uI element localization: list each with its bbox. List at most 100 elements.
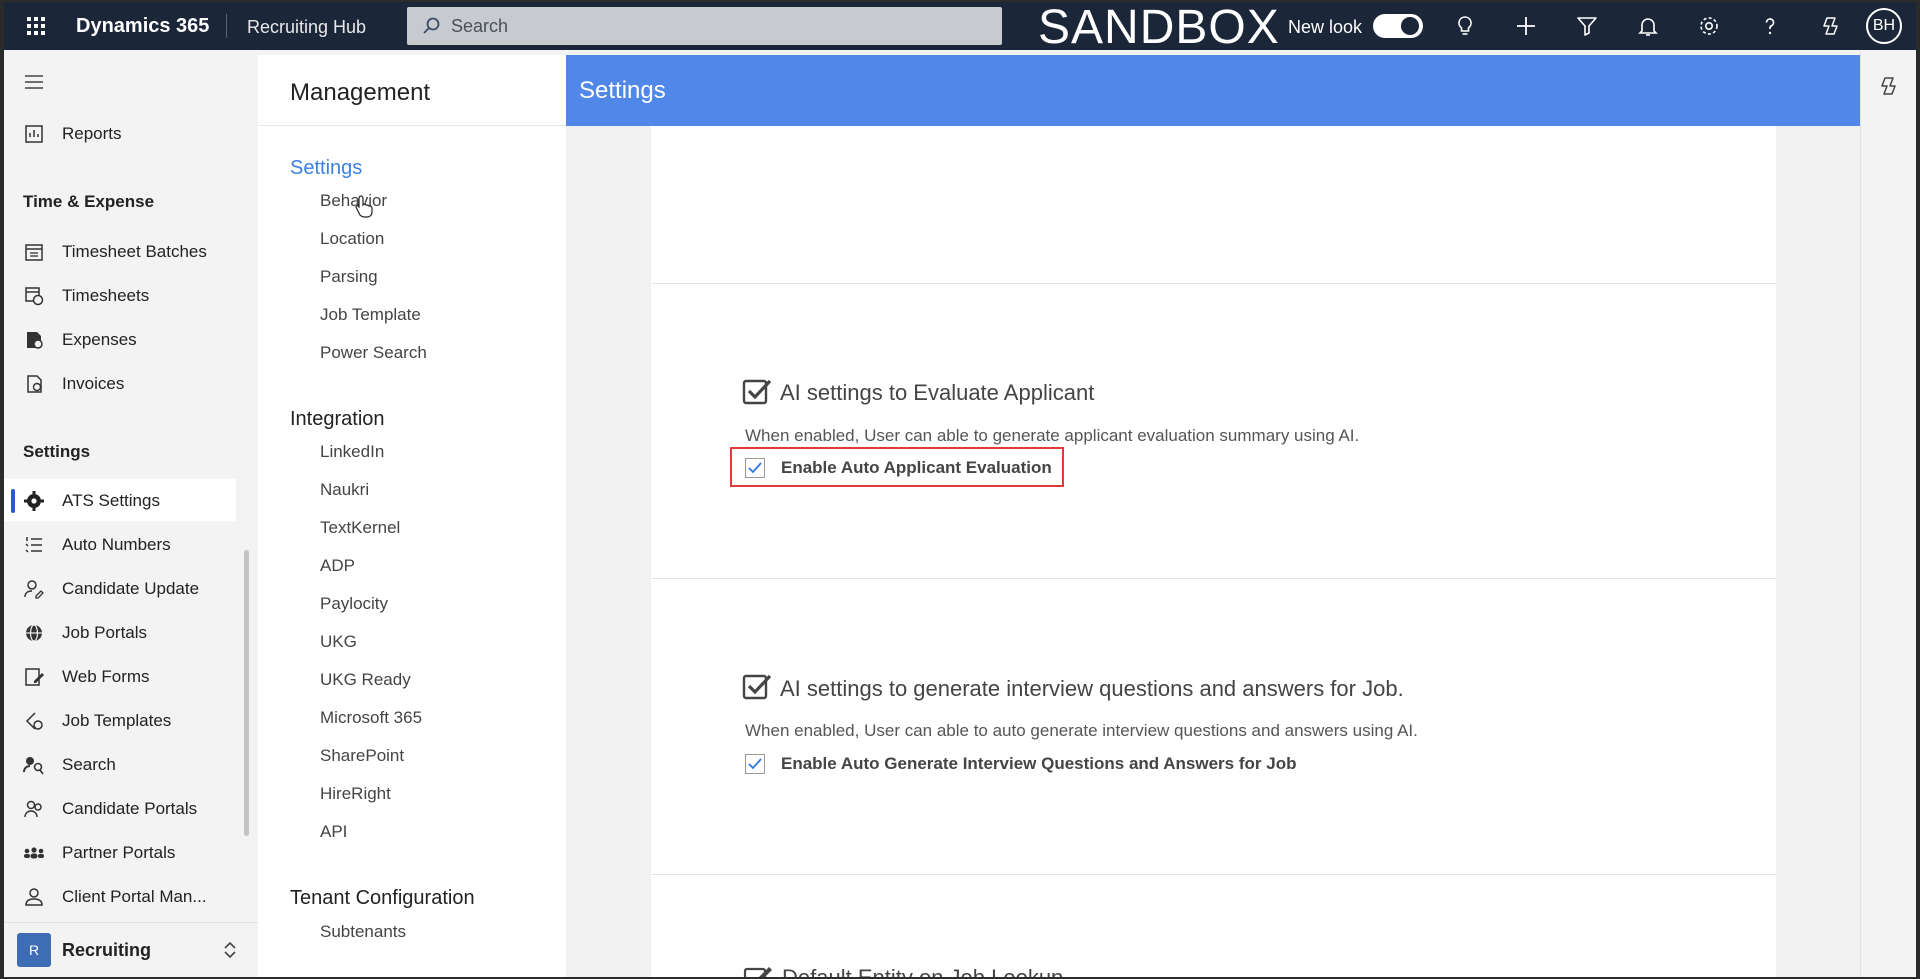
- people-icon: [24, 800, 42, 818]
- section-description: When enabled, User can able to auto gene…: [745, 721, 1418, 740]
- mgmt-item-behavior[interactable]: Behavior: [320, 191, 387, 211]
- timesheet-icon: [25, 287, 44, 306]
- app-launcher-icon[interactable]: [24, 14, 48, 38]
- sidebar-item-label: Auto Numbers: [62, 535, 171, 554]
- search-input[interactable]: [451, 13, 951, 39]
- toggle-knob: [1401, 17, 1419, 35]
- template-icon: [25, 712, 43, 730]
- help-icon[interactable]: [1758, 14, 1782, 38]
- sidebar-item-label: Candidate Portals: [62, 799, 198, 818]
- reports-icon: [25, 125, 43, 143]
- bell-icon[interactable]: [1636, 14, 1660, 38]
- copilot-icon[interactable]: [1819, 14, 1843, 38]
- filter-icon[interactable]: [1575, 14, 1599, 38]
- mgmt-item-hireright[interactable]: HireRight: [320, 784, 391, 804]
- global-search[interactable]: [407, 7, 1002, 45]
- hamburger-menu-icon[interactable]: [22, 70, 46, 94]
- sidebar-item-label: Timesheet Batches: [62, 242, 207, 261]
- top-bar: Dynamics 365 Recruiting Hub SANDBOX New …: [4, 2, 1916, 54]
- user-avatar[interactable]: BH: [1866, 8, 1902, 44]
- mgmt-item-ukg-ready[interactable]: UKG Ready: [320, 670, 411, 690]
- settings-card-previous: [651, 115, 1776, 283]
- mgmt-item-linkedin[interactable]: LinkedIn: [320, 442, 384, 462]
- sidebar-item-label: Client Portal Man...: [62, 887, 207, 906]
- right-rail: [1860, 50, 1916, 977]
- sidebar-item-timesheets[interactable]: Timesheets: [4, 274, 236, 316]
- divider: [226, 14, 227, 38]
- numbered-list-icon: [25, 537, 42, 553]
- app-window: Dynamics 365 Recruiting Hub SANDBOX New …: [4, 2, 1916, 977]
- mgmt-item-microsoft-365[interactable]: Microsoft 365: [320, 708, 422, 728]
- sidebar-item-job-portals[interactable]: Job Portals: [4, 611, 236, 653]
- plus-icon[interactable]: [1514, 14, 1538, 38]
- mgmt-item-location[interactable]: Location: [320, 229, 384, 249]
- chevron-up-down-icon: [224, 941, 236, 959]
- app-name[interactable]: Dynamics 365: [76, 15, 209, 38]
- mgmt-item-textkernel[interactable]: TextKernel: [320, 518, 400, 538]
- highlight-box: [730, 447, 1064, 487]
- sidebar-item-label: Job Templates: [62, 711, 172, 730]
- mgmt-section-tenant-configuration: Tenant Configuration: [290, 887, 475, 909]
- client-icon: [25, 888, 43, 906]
- sidebar-item-expenses[interactable]: Expenses: [4, 318, 236, 360]
- sidebar-item-timesheet-batches[interactable]: Timesheet Batches: [4, 230, 236, 272]
- page-title: Settings: [579, 77, 666, 104]
- sidebar-item-web-forms[interactable]: Web Forms: [4, 655, 236, 697]
- mgmt-item-api[interactable]: API: [320, 822, 347, 842]
- expense-icon: [27, 332, 43, 349]
- gear-icon[interactable]: [1697, 14, 1721, 38]
- sidebar-item-reports[interactable]: Reports: [4, 112, 236, 154]
- sidebar-item-search[interactable]: Search: [4, 743, 236, 785]
- gear-icon: [24, 491, 44, 511]
- sidebar-item-client-portal[interactable]: Client Portal Man...: [4, 875, 236, 917]
- mgmt-item-sharepoint[interactable]: SharePoint: [320, 746, 404, 766]
- mgmt-item-ukg[interactable]: UKG: [320, 632, 357, 652]
- mgmt-item-naukri[interactable]: Naukri: [320, 480, 369, 500]
- area-switcher[interactable]: R Recruiting: [4, 922, 258, 977]
- sidebar-item-partner-portals[interactable]: Partner Portals: [4, 831, 236, 873]
- invoice-icon: [27, 375, 42, 393]
- edit-form-icon: [743, 967, 772, 977]
- calendar-icon: [25, 244, 43, 261]
- sidebar-item-label: Timesheets: [62, 286, 150, 305]
- sidebar-item-candidate-update[interactable]: Candidate Update: [4, 567, 236, 609]
- form-edit-icon: [25, 668, 44, 686]
- sidebar-item-label: Invoices: [62, 374, 125, 393]
- mgmt-section-settings[interactable]: Settings: [290, 157, 362, 180]
- checkbox-label: Enable Auto Generate Interview Questions…: [781, 754, 1297, 773]
- environment-label: SANDBOX: [1038, 2, 1280, 54]
- sidebar-scrollbar[interactable]: [244, 550, 249, 836]
- area-label: Recruiting: [62, 940, 152, 960]
- mgmt-item-job-template[interactable]: Job Template: [320, 305, 421, 325]
- main-content: AI settings to Evaluate Applicant When e…: [566, 55, 1860, 977]
- nav-group-title: Time & Expense: [23, 192, 155, 211]
- section-title: AI settings to Evaluate Applicant: [780, 380, 1095, 405]
- checkbox[interactable]: [745, 754, 765, 774]
- section-title: Default Entity on Job Lookup: [782, 965, 1063, 977]
- sidebar-item-ats-settings[interactable]: ATS Settings: [4, 479, 236, 521]
- sidebar-item-job-templates[interactable]: Job Templates: [4, 699, 236, 741]
- search-people-icon: [23, 757, 44, 775]
- search-icon: [423, 17, 440, 34]
- hub-name[interactable]: Recruiting Hub: [247, 17, 366, 38]
- sidebar-item-label: Job Portals: [62, 623, 148, 642]
- group-icon: [24, 847, 44, 859]
- sidebar-item-label: Reports: [62, 124, 122, 143]
- mgmt-item-paylocity[interactable]: Paylocity: [320, 594, 388, 614]
- mgmt-item-power-search[interactable]: Power Search: [320, 343, 427, 363]
- mgmt-item-parsing[interactable]: Parsing: [320, 267, 378, 287]
- settings-card-evaluate-applicant: AI settings to Evaluate Applicant When e…: [651, 283, 1776, 578]
- mouse-pointer-icon: [355, 195, 373, 218]
- sidebar-item-auto-numbers[interactable]: Auto Numbers: [4, 523, 236, 565]
- mgmt-item-subtenants[interactable]: Subtenants: [320, 922, 406, 942]
- sidebar-item-invoices[interactable]: Invoices: [4, 362, 236, 404]
- person-update-icon: [24, 580, 44, 599]
- divider: [258, 125, 566, 126]
- nav-group-title: Settings: [23, 442, 91, 461]
- sidebar-item-candidate-portals[interactable]: Candidate Portals: [4, 787, 236, 829]
- new-look-toggle[interactable]: [1373, 14, 1423, 38]
- section-title: AI settings to generate interview questi…: [780, 676, 1404, 701]
- mgmt-item-adp[interactable]: ADP: [320, 556, 355, 576]
- lightbulb-icon[interactable]: [1453, 14, 1477, 38]
- copilot-icon[interactable]: [1877, 74, 1901, 98]
